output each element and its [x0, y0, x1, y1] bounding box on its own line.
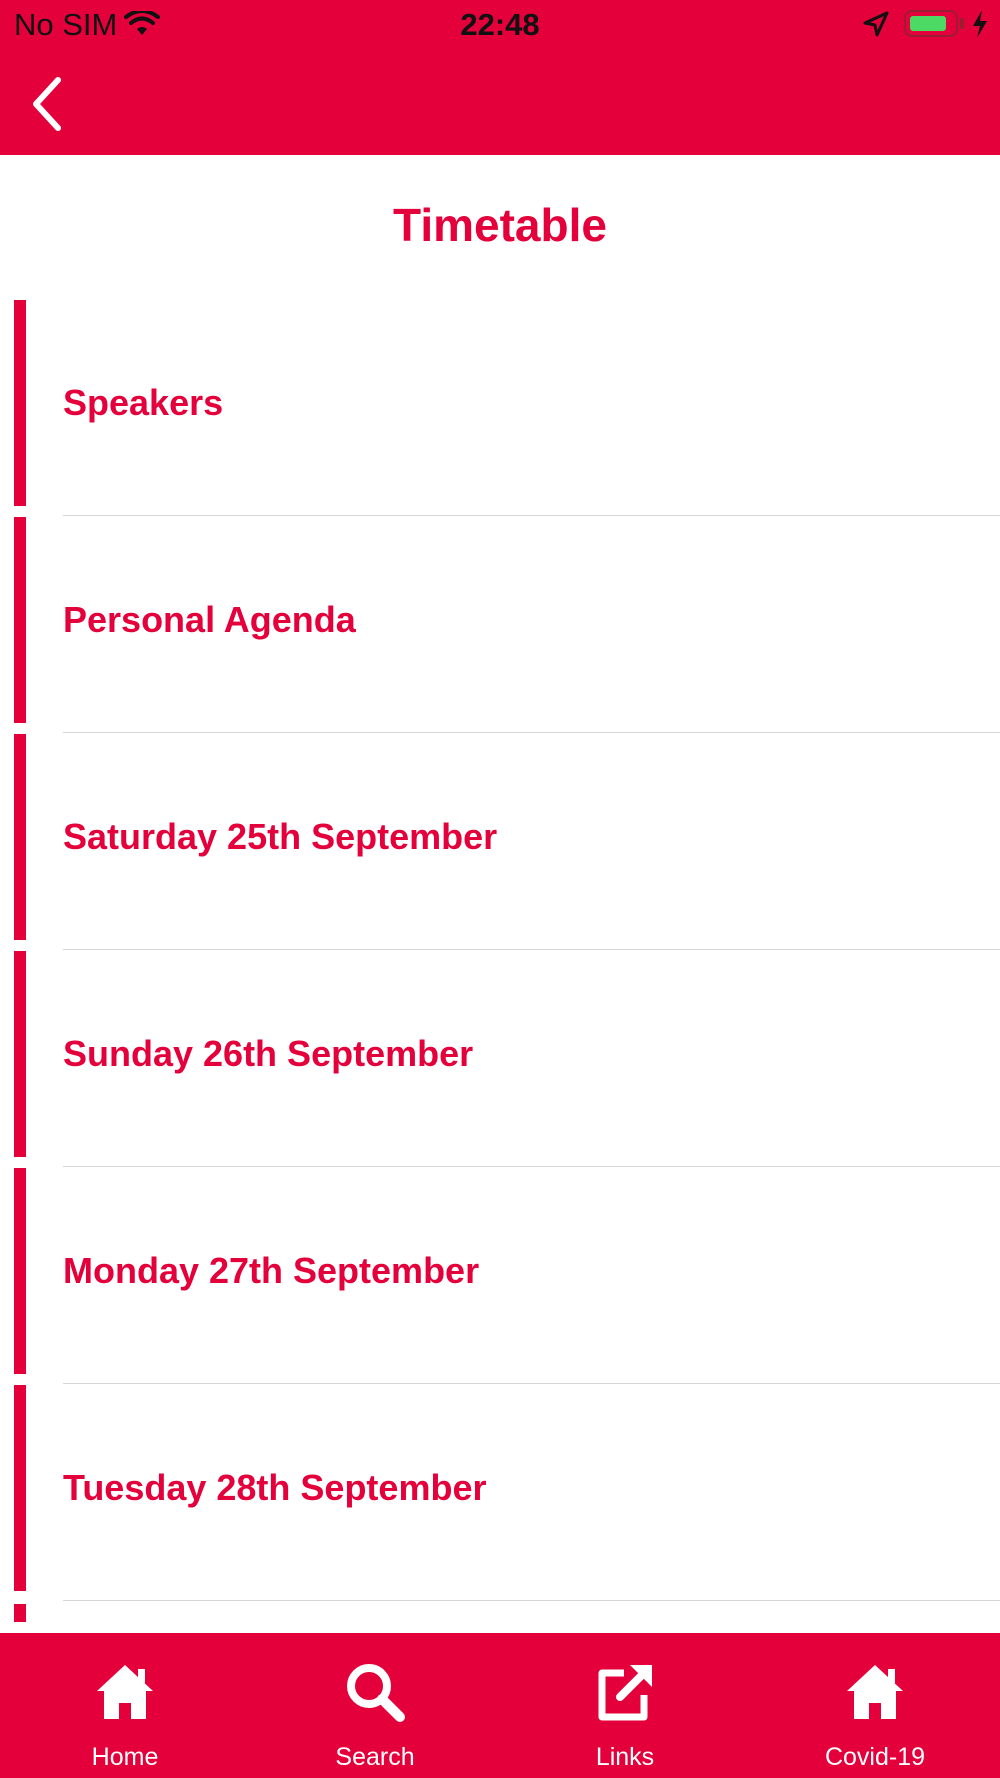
tab-label: Covid-19: [824, 1743, 926, 1771]
list-item-label: Personal Agenda: [63, 599, 356, 640]
tab-label: Search: [335, 1743, 415, 1771]
list-item-personal-agenda[interactable]: Personal Agenda: [0, 515, 1000, 733]
list-item-label: Monday 27th September: [63, 1250, 480, 1291]
tab-bar: Home Search Links Covid-19: [0, 1633, 1000, 1778]
page-title: Timetable: [393, 199, 607, 251]
status-time: 22:48: [460, 7, 540, 42]
timetable-list: Speakers Personal Agenda Saturday 25th S…: [0, 298, 1000, 1601]
chevron-left-icon: [33, 77, 61, 131]
accent-bar: [14, 517, 26, 723]
tab-label: Links: [595, 1743, 655, 1771]
tab-links[interactable]: Links: [500, 1633, 750, 1778]
location-arrow-icon: [863, 11, 889, 37]
home-icon: [847, 1665, 903, 1719]
accent-bar: [14, 734, 26, 940]
external-link-icon: [598, 1665, 652, 1721]
tab-search[interactable]: Search: [250, 1633, 500, 1778]
next-item-accent-bar: [14, 1604, 26, 1622]
tab-covid-19[interactable]: Covid-19: [750, 1633, 1000, 1778]
list-item-label: Saturday 25th September: [63, 816, 498, 857]
list-item-label: Sunday 26th September: [63, 1033, 474, 1074]
accent-bar: [14, 1168, 26, 1374]
accent-bar: [14, 951, 26, 1157]
battery-level: [910, 16, 946, 31]
tab-label: Home: [91, 1743, 159, 1771]
list-item-saturday[interactable]: Saturday 25th September: [0, 732, 1000, 950]
back-button[interactable]: [18, 72, 78, 136]
search-icon: [347, 1664, 405, 1722]
list-item-label: Tuesday 28th September: [63, 1467, 487, 1508]
list-item-speakers[interactable]: Speakers: [0, 298, 1000, 516]
tab-home[interactable]: Home: [0, 1633, 250, 1778]
list-item-sunday[interactable]: Sunday 26th September: [0, 949, 1000, 1167]
navigation-bar: [0, 52, 1000, 155]
charging-bolt-icon: [973, 10, 987, 38]
list-item-monday[interactable]: Monday 27th September: [0, 1166, 1000, 1384]
battery-icon: [904, 10, 958, 37]
list-item-tuesday[interactable]: Tuesday 28th September: [0, 1383, 1000, 1601]
battery-cap: [960, 18, 964, 29]
home-icon: [97, 1665, 153, 1719]
row-separator: [63, 1600, 1000, 1601]
list-item-label: Speakers: [63, 382, 224, 423]
status-bar: No SIM 22:48: [0, 0, 1000, 52]
accent-bar: [14, 1385, 26, 1591]
accent-bar: [14, 300, 26, 506]
